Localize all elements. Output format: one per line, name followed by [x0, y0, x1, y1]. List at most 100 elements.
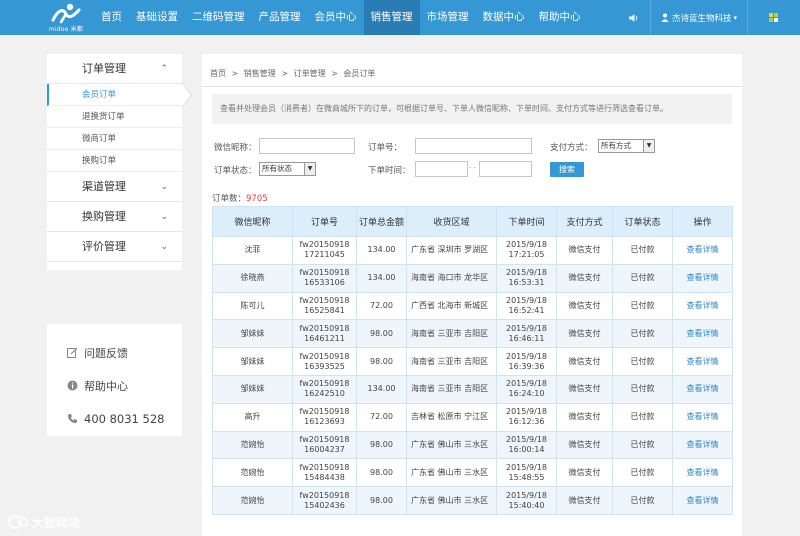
wechat-nickname-label: 微信昵称： [214, 143, 257, 153]
cell-payment: 微信支付 [556, 402, 613, 432]
sidebar-item-return-orders[interactable]: 退换货订单 [47, 106, 182, 128]
nav-sales[interactable]: 销售管理 [363, 0, 420, 35]
table-row: 陈可儿 fw20150918 16525841 72.00 广西省 北海市 新城区 20… [212, 291, 733, 321]
nav-data-center[interactable]: 数据中心 [476, 0, 532, 35]
breadcrumb-sep: > [331, 69, 338, 78]
feedback-link[interactable]: 问题反馈 [47, 336, 182, 369]
view-details-link[interactable]: 查看详情 [687, 357, 719, 366]
watermark: 大数跨境 [8, 512, 80, 532]
order-status-value: 所有状态 [262, 164, 292, 173]
cell-total: 98.00 [356, 319, 407, 349]
orders-table: 微信昵称 订单号 订单总金额 收货区域 下单时间 支付方式 订单状态 操作 沈菲… [212, 206, 733, 515]
chevron-down-icon: ▾ [733, 13, 737, 22]
cell-payment: 微信支付 [556, 319, 613, 349]
info-icon [66, 380, 78, 392]
cell-action: 查看详情 [672, 347, 733, 376]
sidebar-item-member-orders[interactable]: 会员订单 [47, 82, 192, 108]
col-header-nickname: 微信昵称 [212, 206, 293, 237]
nav-home[interactable]: 首页 [94, 0, 129, 35]
cell-nickname: 邹妹妹 [212, 347, 293, 376]
cell-time: 2015/9/18 16:52:41 [496, 291, 557, 321]
nav-qrcode[interactable]: 二维码管理 [185, 0, 252, 35]
order-time-end-input[interactable] [479, 161, 532, 177]
search-button[interactable]: 搜索 [550, 162, 584, 177]
date-range-separator: - - [469, 164, 477, 172]
nav-members[interactable]: 会员中心 [308, 0, 364, 35]
order-number-input[interactable] [415, 138, 532, 154]
cell-status: 已付款 [612, 402, 673, 432]
cell-status: 已付款 [612, 263, 673, 293]
user-icon [661, 13, 669, 22]
cell-status: 已付款 [612, 236, 673, 265]
speaker-icon[interactable] [626, 0, 642, 35]
sidebar-group-order-management[interactable]: 订单管理 ⌃ [47, 54, 182, 84]
order-time-label: 下单时间： [368, 166, 411, 176]
view-details-link[interactable]: 查看详情 [687, 245, 719, 254]
order-status-select[interactable]: 所有状态 ▼ [259, 162, 316, 176]
view-details-link[interactable]: 查看详情 [687, 412, 719, 421]
sidebar-item-wechat-orders[interactable]: 微商订单 [47, 128, 182, 150]
midoo-logo[interactable]: midoo 米都 [46, 2, 86, 33]
view-details-link[interactable]: 查看详情 [687, 384, 719, 393]
view-details-link[interactable]: 查看详情 [687, 273, 719, 282]
view-details-link[interactable]: 查看详情 [687, 468, 719, 477]
nav-help-center[interactable]: 帮助中心 [532, 0, 588, 35]
cell-nickname: 邹妹妹 [212, 319, 293, 349]
sidebar-group-exchange-management[interactable]: 换购管理 ⌄ [47, 202, 182, 232]
wechat-nickname-input[interactable] [259, 138, 355, 154]
cell-payment: 微信支付 [556, 486, 613, 515]
nav-products[interactable]: 产品管理 [252, 0, 308, 35]
dropdown-arrow-icon: ▼ [643, 140, 654, 152]
table-row: 邹妹妹 fw20150918 16242510 134.00 海南省 三亚市 吉阳区 2… [212, 374, 733, 404]
edit-icon [66, 347, 78, 359]
cell-region: 海南省 三亚市 吉阳区 [406, 319, 497, 349]
cell-payment: 微信支付 [556, 458, 613, 488]
cell-order-no: fw20150918 15402436 [292, 486, 357, 515]
col-header-order-no: 订单号 [292, 206, 357, 237]
order-count-value: 9705 [246, 194, 268, 204]
col-header-actions: 操作 [672, 206, 733, 237]
cell-total: 98.00 [356, 486, 407, 515]
sidebar-group-label: 订单管理 [82, 62, 126, 75]
payment-method-label: 支付方式： [550, 143, 593, 153]
cell-action: 查看详情 [672, 402, 733, 432]
col-header-region: 收货区域 [406, 206, 497, 237]
breadcrumb-orders[interactable]: 订单管理 [294, 69, 326, 78]
chevron-down-icon: ⌄ [160, 242, 168, 252]
sidebar-group-review-management[interactable]: 评价管理 ⌄ [47, 232, 182, 262]
cell-action: 查看详情 [672, 486, 733, 515]
cell-total: 134.00 [356, 374, 407, 404]
help-center-link[interactable]: 帮助中心 [47, 369, 182, 402]
breadcrumb-home[interactable]: 首页 [210, 69, 226, 78]
cell-time: 2015/9/18 15:48:55 [496, 458, 557, 488]
cell-nickname: 高升 [212, 402, 293, 432]
cell-total: 134.00 [356, 263, 407, 293]
cell-payment: 微信支付 [556, 291, 613, 321]
view-details-link[interactable]: 查看详情 [687, 496, 719, 505]
apps-icon[interactable] [748, 0, 800, 35]
payment-method-select[interactable]: 所有方式 ▼ [598, 139, 655, 153]
order-status-label: 订单状态： [214, 166, 257, 176]
table-row: 范婉怡 fw20150918 16004237 98.00 广东省 佛山市 三水区 20… [212, 430, 733, 460]
cell-action: 查看详情 [672, 430, 733, 460]
nav-marketing[interactable]: 市场管理 [420, 0, 476, 35]
sidebar-item-exchange-orders[interactable]: 换购订单 [47, 150, 182, 172]
view-details-link[interactable]: 查看详情 [687, 301, 719, 310]
cell-action: 查看详情 [672, 291, 733, 321]
sidebar-group-label: 渠道管理 [82, 180, 126, 193]
cell-payment: 微信支付 [556, 263, 613, 293]
order-time-start-input[interactable] [415, 161, 468, 177]
view-details-link[interactable]: 查看详情 [687, 329, 719, 338]
breadcrumb-sales[interactable]: 销售管理 [244, 69, 276, 78]
cell-total: 98.00 [356, 430, 407, 460]
cell-payment: 微信支付 [556, 430, 613, 460]
col-header-payment: 支付方式 [556, 206, 613, 237]
cell-region: 广东省 深圳市 罗湖区 [406, 236, 497, 265]
view-details-link[interactable]: 查看详情 [687, 440, 719, 449]
sidebar-group-channel-management[interactable]: 渠道管理 ⌄ [47, 172, 182, 202]
table-row: 范婉怡 fw20150918 15402436 98.00 广东省 佛山市 三水区 20… [212, 486, 733, 515]
user-menu[interactable]: 杰诗蓝生物科技 ▾ [649, 0, 748, 35]
user-name: 杰诗蓝生物科技 [671, 13, 732, 24]
nav-basic-settings[interactable]: 基础设置 [129, 0, 185, 35]
cell-region: 海南省 三亚市 吉阳区 [406, 374, 497, 404]
